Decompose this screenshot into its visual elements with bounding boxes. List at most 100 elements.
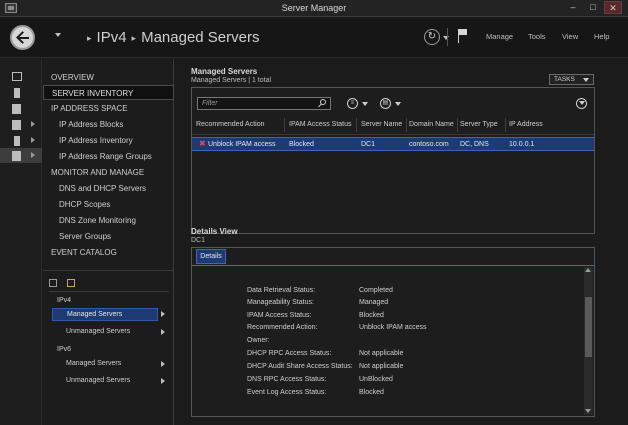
- nav-monitor-and-manage[interactable]: MONITOR AND MANAGE: [43, 165, 174, 180]
- list-options-icon[interactable]: ≡: [347, 98, 358, 109]
- breadcrumb: ▸ IPv4 ▸ Managed Servers: [82, 29, 259, 46]
- tree-ipv6-managed-servers[interactable]: Managed Servers: [66, 358, 121, 371]
- chevron-down-icon[interactable]: [362, 102, 368, 106]
- scroll-down-icon[interactable]: [585, 409, 591, 413]
- prop-label: DNS RPC Access Status:: [247, 376, 327, 383]
- chevron-down-icon[interactable]: [395, 102, 401, 106]
- nav-ip-address-inventory[interactable]: IP Address Inventory: [43, 133, 174, 148]
- nav-dhcp-scopes[interactable]: DHCP Scopes: [43, 197, 174, 212]
- search-icon[interactable]: [320, 99, 326, 105]
- details-view-title: Details View: [191, 227, 238, 236]
- minimize-button[interactable]: –: [564, 1, 582, 14]
- prop-label: IPAM Access Status:: [247, 312, 312, 319]
- column-divider[interactable]: [406, 118, 407, 132]
- tasks-button[interactable]: TASKS: [549, 74, 594, 85]
- tab-details[interactable]: Details: [196, 249, 226, 264]
- column-ip-address[interactable]: IP Address: [509, 121, 543, 128]
- prop-label: DHCP Audit Share Access Status:: [247, 363, 353, 370]
- back-button[interactable]: [10, 25, 35, 50]
- nav-server-inventory[interactable]: SERVER INVENTORY: [43, 85, 174, 100]
- breadcrumb-item-ipv4[interactable]: IPv4: [97, 29, 127, 46]
- left-icon-rail: [0, 59, 42, 425]
- ipam-nav-icon[interactable]: [0, 148, 42, 163]
- column-recommended-action[interactable]: Recommended Action: [196, 121, 264, 128]
- nav-ip-address-range-groups[interactable]: IP Address Range Groups: [43, 149, 174, 164]
- details-panel: Details Data Retrieval Status: Completed…: [191, 247, 595, 417]
- column-domain-name[interactable]: Domain Name: [409, 121, 454, 128]
- column-ipam-access-status[interactable]: IPAM Access Status: [289, 121, 352, 128]
- nav-ip-address-space[interactable]: IP ADDRESS SPACE: [43, 101, 174, 116]
- nav-dns-and-dhcp-servers[interactable]: DNS and DHCP Servers: [43, 181, 174, 196]
- tree-divider: [49, 291, 169, 292]
- notification-flag-icon[interactable]: [458, 29, 468, 43]
- header-divider: [192, 134, 594, 135]
- managed-servers-grid: Filter ≡ ▤ Recommended Action IPAM Acces…: [191, 87, 595, 234]
- header-bar: ▸ IPv4 ▸ Managed Servers ↻ Manage Tools Vie…: [0, 18, 628, 58]
- tab-underline: [192, 265, 594, 266]
- chevron-right-icon[interactable]: [161, 329, 165, 335]
- save-query-icon[interactable]: ▤: [380, 98, 391, 109]
- prop-value: UnBlocked: [359, 376, 393, 383]
- cell-domain-name: contoso.com: [409, 141, 449, 148]
- dns-nav-icon[interactable]: [0, 133, 42, 148]
- menu-view[interactable]: View: [562, 32, 578, 41]
- column-server-name[interactable]: Server Name: [361, 121, 402, 128]
- cell-server-name: DC1: [361, 141, 376, 148]
- menu-help[interactable]: Help: [594, 32, 609, 41]
- maximize-button[interactable]: □: [584, 1, 602, 14]
- all-servers-nav-icon[interactable]: [0, 101, 42, 116]
- prop-value: Not applicable: [359, 350, 404, 357]
- expand-icon[interactable]: [576, 98, 587, 109]
- nav-ip-address-blocks[interactable]: IP Address Blocks: [43, 117, 174, 132]
- close-button[interactable]: ✕: [604, 1, 622, 14]
- prop-label: Recommended Action:: [247, 324, 318, 331]
- nav-server-groups[interactable]: Server Groups: [43, 229, 174, 244]
- menu-manage[interactable]: Manage: [486, 32, 513, 41]
- file-services-nav-icon[interactable]: [0, 117, 42, 132]
- tree-ipv6[interactable]: IPv6: [57, 344, 71, 357]
- refresh-dropdown-icon[interactable]: [443, 36, 449, 40]
- filter-input[interactable]: Filter: [197, 97, 331, 110]
- breadcrumb-separator-icon: ▸: [131, 32, 137, 43]
- tree-ipv4-unmanaged-servers[interactable]: Unmanaged Servers: [66, 326, 130, 339]
- chevron-right-icon[interactable]: [161, 361, 165, 367]
- prop-label: Data Retrieval Status:: [247, 287, 316, 294]
- chevron-right-icon[interactable]: [161, 378, 165, 384]
- scroll-thumb[interactable]: [585, 297, 592, 357]
- list-view-icon[interactable]: [49, 279, 57, 287]
- details-scrollbar[interactable]: [584, 267, 593, 415]
- column-divider[interactable]: [505, 118, 506, 132]
- menu-tools[interactable]: Tools: [528, 32, 546, 41]
- cell-ipam-access-status: Blocked: [289, 141, 314, 148]
- refresh-icon[interactable]: ↻: [424, 29, 440, 45]
- tree-view-icon[interactable]: [67, 279, 75, 287]
- breadcrumb-separator-icon: ▸: [87, 32, 92, 43]
- prop-label: Manageability Status:: [247, 299, 314, 306]
- details-view-subtitle: DC1: [191, 237, 206, 244]
- cell-ip-address: 10.0.0.1: [509, 141, 535, 148]
- tree-ipv4-managed-servers[interactable]: Managed Servers: [52, 308, 158, 321]
- column-divider[interactable]: [284, 118, 285, 132]
- prop-label: Event Log Access Status:: [247, 389, 327, 396]
- prop-value: Unblock IPAM access: [359, 324, 427, 331]
- nav-event-catalog[interactable]: EVENT CATALOG: [43, 245, 174, 260]
- managed-servers-subtitle: Managed Servers | 1 total: [191, 77, 272, 84]
- dashboard-nav-icon[interactable]: [0, 69, 42, 84]
- prop-value: Not applicable: [359, 363, 404, 370]
- header-divider: [447, 28, 448, 46]
- scroll-up-icon[interactable]: [585, 268, 591, 272]
- cell-server-type: DC, DNS: [460, 141, 489, 148]
- column-server-type[interactable]: Server Type: [460, 121, 498, 128]
- column-divider[interactable]: [356, 118, 357, 132]
- chevron-right-icon[interactable]: [161, 311, 165, 317]
- table-row[interactable]: ✖ Unblock IPAM access Blocked DC1 contos…: [192, 137, 594, 151]
- error-x-icon: ✖: [199, 139, 206, 148]
- prop-label: Owner:: [247, 337, 270, 344]
- nav-overview[interactable]: OVERVIEW: [43, 70, 174, 85]
- history-dropdown-icon[interactable]: [55, 33, 61, 37]
- tree-ipv6-unmanaged-servers[interactable]: Unmanaged Servers: [66, 375, 130, 388]
- nav-dns-zone-monitoring[interactable]: DNS Zone Monitoring: [43, 213, 174, 228]
- local-server-nav-icon[interactable]: [0, 85, 42, 100]
- column-divider[interactable]: [457, 118, 458, 132]
- tree-ipv4[interactable]: IPv4: [57, 295, 71, 308]
